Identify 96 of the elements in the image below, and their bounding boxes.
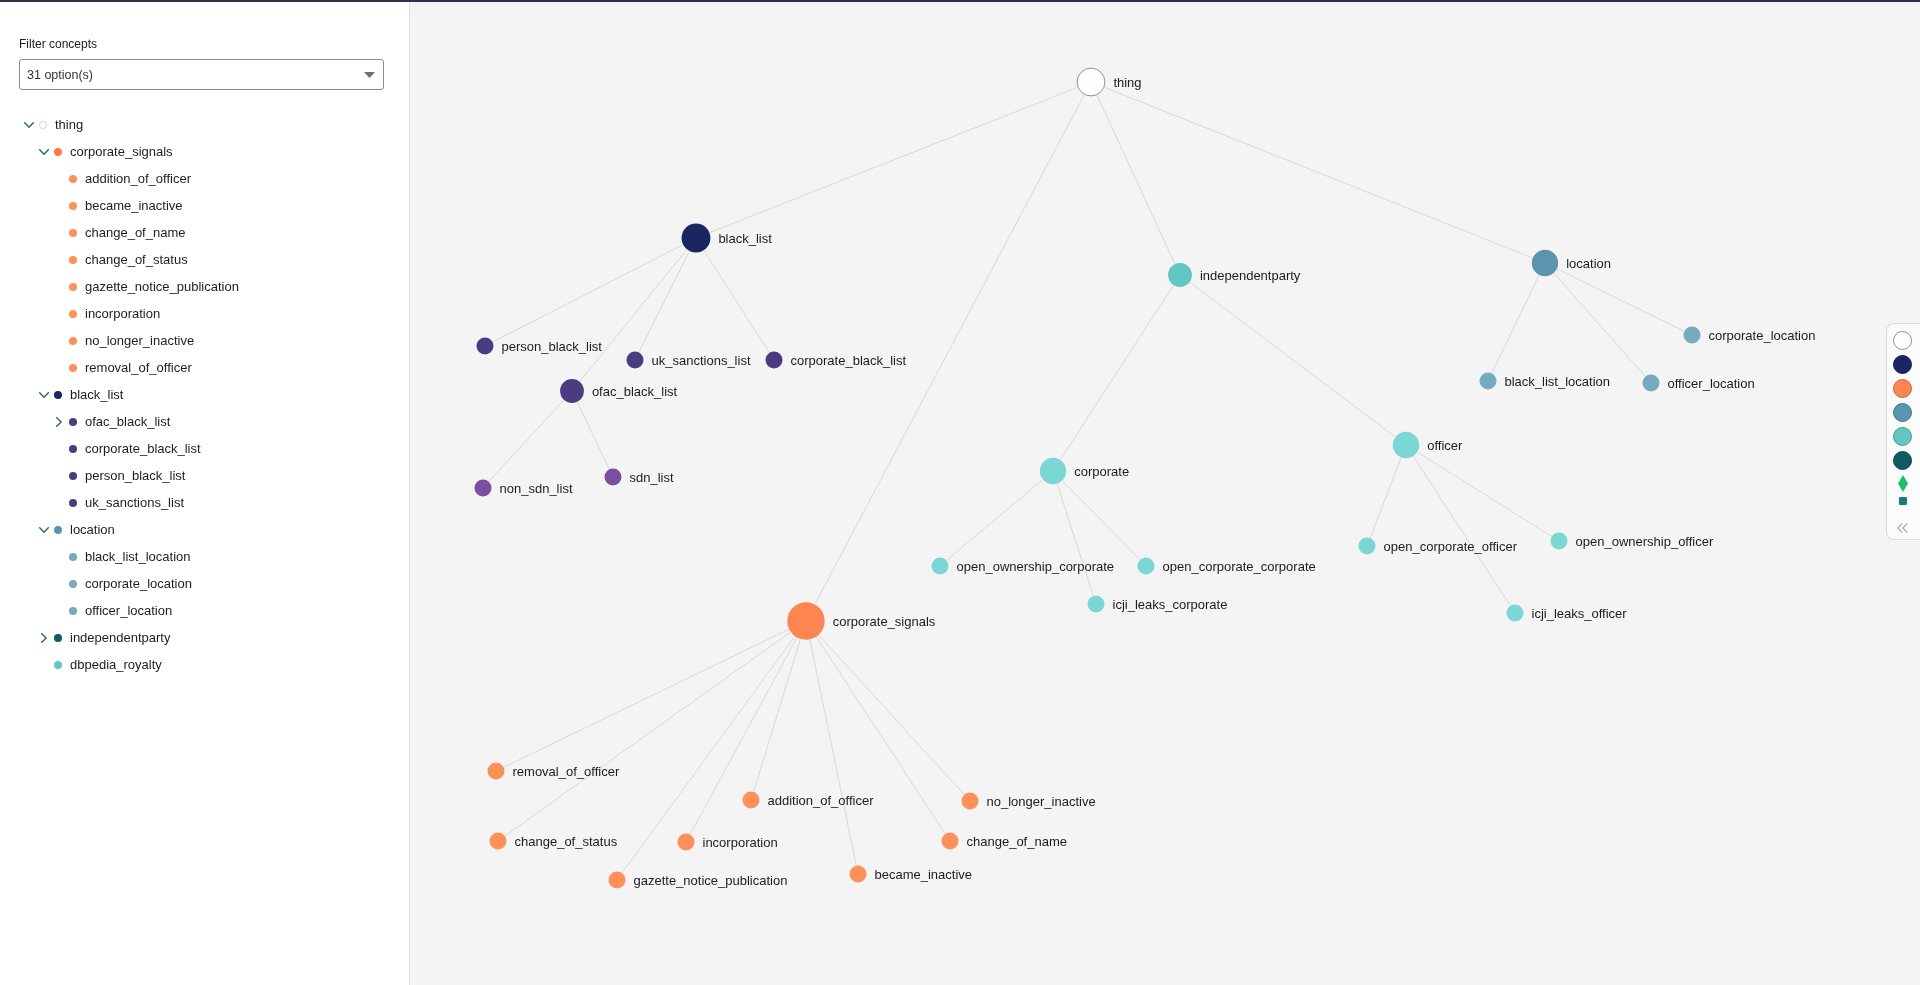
filter-label: Filter concepts [19,36,99,52]
legend-circle-icon[interactable] [1893,451,1912,470]
tree-item-label[interactable]: location [70,522,115,537]
graph-node-label: uk_sanctions_list [651,352,751,368]
graph-node[interactable] [681,223,711,253]
legend-circle-icon[interactable] [1893,355,1912,374]
graph-node-label: icji_leaks_officer [1531,605,1627,621]
graph-node[interactable] [1550,532,1568,550]
double-chevron-left-icon[interactable] [1897,523,1908,533]
tree-item-label[interactable]: corporate_location [85,576,192,591]
graph-node-label: independentparty [1199,267,1301,283]
graph-node-label: open_ownership_corporate [956,558,1115,574]
tree-item-label[interactable]: black_list_location [85,549,191,564]
graph-node-label: corporate_signals [832,613,936,629]
tree-item-label[interactable]: incorporation [85,306,161,321]
graph-node[interactable] [1168,263,1192,287]
graph-node-label: black_list [718,230,772,246]
graph-node[interactable] [1479,372,1497,390]
graph-node[interactable] [489,832,507,850]
graph-node-label: no_longer_inactive [986,793,1096,809]
graph-node[interactable] [742,791,760,809]
graph-node-label: officer [1427,437,1463,453]
graph-node-label: addition_of_officer [767,792,874,808]
filter-select[interactable]: 31 option(s) [19,59,384,90]
graph-node[interactable] [1358,537,1376,555]
graph-node[interactable] [1642,374,1660,392]
tree-item-label[interactable]: removal_of_officer [85,360,192,375]
tree-item-label[interactable]: change_of_name [85,225,186,240]
graph-node-label: corporate_black_list [790,352,907,368]
graph-node-label: sdn_list [629,469,674,485]
graph-node[interactable] [474,479,492,497]
graph-node-label: change_of_name [966,833,1067,849]
graph-node[interactable] [604,468,622,486]
graph-node-label: change_of_status [514,833,618,849]
graph-node[interactable] [787,602,825,640]
graph-node-label: black_list_location [1504,373,1610,389]
tree-item-label[interactable]: corporate_black_list [85,441,201,456]
graph-node-label: person_black_list [501,338,602,354]
tree-item-label[interactable]: uk_sanctions_list [85,495,184,510]
graph-node-label: incorporation [702,834,778,850]
graph-node-label: removal_of_officer [512,763,620,779]
graph-node[interactable] [1683,326,1701,344]
graph-node-label: became_inactive [874,866,973,882]
graph-node-label: corporate_location [1708,327,1816,343]
graph-node-label: icji_leaks_corporate [1112,596,1228,612]
graph-node[interactable] [560,379,584,403]
graph-node-label: thing [1113,74,1142,90]
tree-item-label[interactable]: dbpedia_royalty [70,657,162,672]
graph-node[interactable] [476,337,494,355]
graph-node-label: open_ownership_officer [1575,533,1714,549]
graph-node[interactable] [941,832,959,850]
graph-node[interactable] [765,351,783,369]
graph-node[interactable] [608,871,626,889]
graph-node-label: officer_location [1667,375,1755,391]
chevron-right-icon[interactable] [41,632,47,643]
graph-node[interactable] [1392,431,1420,459]
chevron-right-icon[interactable] [56,416,62,427]
graph-node[interactable] [931,557,949,575]
graph-node[interactable] [1076,67,1106,97]
graph-node[interactable] [1137,557,1155,575]
graph-node[interactable] [677,833,695,851]
tree-item-label[interactable]: addition_of_officer [85,171,191,186]
tree-item-label[interactable]: no_longer_inactive [85,333,195,348]
caret-down-icon [364,71,375,78]
chevron-down-icon[interactable] [24,121,34,128]
graph-edge [576,401,610,470]
graph-node-label: ofac_black_list [591,383,678,399]
chevron-down-icon[interactable] [39,148,49,155]
graph-node[interactable] [1039,457,1067,485]
graph-node-label: open_corporate_corporate [1162,558,1316,574]
graph-node[interactable] [626,351,644,369]
graph-node[interactable] [849,865,867,883]
graph-node[interactable] [1531,249,1559,277]
graph-node-label: location [1566,255,1611,271]
chevron-down-icon[interactable] [39,526,49,533]
graph-node-label: non_sdn_list [499,480,573,496]
tree-item-label[interactable]: gazette_notice_publication [85,279,239,294]
tree-item-label[interactable]: thing [55,117,84,132]
tree-item-label[interactable]: became_inactive [85,198,183,213]
graph-node-label: open_corporate_officer [1383,538,1517,554]
tree-item-label[interactable]: person_black_list [85,468,186,483]
graph-node-label: corporate [1074,463,1130,479]
tree-item-label[interactable]: independentparty [70,630,171,645]
graph-node[interactable] [961,792,979,810]
tree-item-label[interactable]: change_of_status [85,252,188,267]
tree-item-label[interactable]: ofac_black_list [85,414,171,429]
tree-item-label[interactable]: officer_location [85,603,173,618]
legend-square-icon[interactable] [1898,497,1907,505]
tree-item-label[interactable]: corporate_signals [70,144,173,159]
graph-node[interactable] [487,762,505,780]
graph-node-label: gazette_notice_publication [633,872,788,888]
graph-node[interactable] [1506,604,1524,622]
graph-node[interactable] [1087,595,1105,613]
tree-item-label[interactable]: black_list [70,387,124,402]
legend-diamond-icon[interactable] [1897,475,1908,492]
chevron-down-icon[interactable] [39,391,49,398]
